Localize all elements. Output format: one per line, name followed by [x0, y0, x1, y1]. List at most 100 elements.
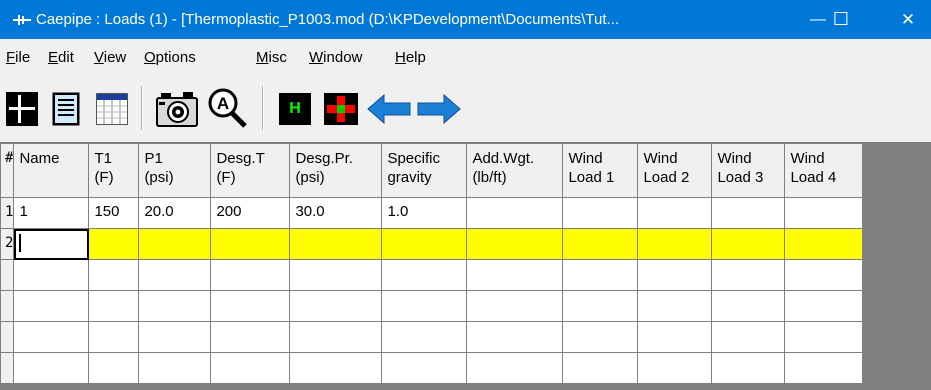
- grid-cell[interactable]: [88, 228, 140, 260]
- row-header-cell[interactable]: [0, 321, 15, 353]
- grid-cell[interactable]: [88, 321, 140, 353]
- h-icon[interactable]: H: [279, 93, 311, 125]
- table-icon[interactable]: [96, 93, 128, 125]
- header-cell[interactable]: #: [0, 143, 15, 198]
- grid-cell[interactable]: 30.0: [289, 197, 383, 229]
- grid-cell[interactable]: [466, 228, 564, 260]
- grid-cell[interactable]: [138, 228, 212, 260]
- grid-cell[interactable]: [784, 259, 864, 291]
- row-header-cell[interactable]: 2: [0, 228, 15, 260]
- grid-cell[interactable]: 200: [210, 197, 291, 229]
- header-cell[interactable]: Name: [13, 143, 90, 198]
- grid-cell[interactable]: [210, 352, 291, 384]
- header-cell[interactable]: Wind Load 2: [637, 143, 713, 198]
- grid-cell[interactable]: [381, 228, 468, 260]
- grid-cell[interactable]: [711, 290, 786, 322]
- menu-view[interactable]: View: [94, 49, 126, 66]
- grid-cell[interactable]: 1.0: [381, 197, 468, 229]
- grid-cell[interactable]: [88, 290, 140, 322]
- grid-cell[interactable]: [13, 352, 90, 384]
- grid-cell[interactable]: [784, 290, 864, 322]
- menu-file[interactable]: File: [6, 49, 30, 66]
- grid-cell[interactable]: 1: [13, 197, 90, 229]
- grid-cell[interactable]: [784, 352, 864, 384]
- header-cell[interactable]: Wind Load 1: [562, 143, 639, 198]
- menu-help[interactable]: Help: [395, 49, 426, 66]
- grid-cell[interactable]: [562, 228, 639, 260]
- grid-cell[interactable]: [88, 259, 140, 291]
- grid-cell[interactable]: [138, 352, 212, 384]
- grid-cell[interactable]: [210, 228, 291, 260]
- grid-cell[interactable]: [784, 321, 864, 353]
- table-row[interactable]: 1 1 150 20.0 200 30.0 1.0: [0, 197, 864, 229]
- grid-cell[interactable]: [289, 259, 383, 291]
- grid-cell[interactable]: [637, 321, 713, 353]
- grid-cell[interactable]: [637, 259, 713, 291]
- grid-cell[interactable]: [88, 352, 140, 384]
- table-row[interactable]: [0, 259, 864, 291]
- grid-cell[interactable]: [381, 321, 468, 353]
- grid-cell[interactable]: [466, 352, 564, 384]
- row-header-cell[interactable]: 1: [0, 197, 15, 229]
- arrow-right-icon[interactable]: [416, 94, 462, 124]
- grid-cell[interactable]: [562, 321, 639, 353]
- header-cell[interactable]: Desg.T (F): [210, 143, 291, 198]
- grid-cell[interactable]: [13, 321, 90, 353]
- table-row[interactable]: [0, 290, 864, 322]
- grid-cell[interactable]: [562, 197, 639, 229]
- grid-cell[interactable]: [210, 290, 291, 322]
- close-button[interactable]: ✕: [885, 0, 931, 39]
- grid-cell[interactable]: [289, 321, 383, 353]
- grid-cell[interactable]: [381, 290, 468, 322]
- row-header-cell[interactable]: [0, 259, 15, 291]
- table-row[interactable]: [0, 352, 864, 384]
- cross-icon[interactable]: [324, 93, 358, 125]
- grid-cell[interactable]: [637, 228, 713, 260]
- header-cell[interactable]: Wind Load 3: [711, 143, 786, 198]
- grid-cell[interactable]: [562, 259, 639, 291]
- header-cell[interactable]: Desg.Pr. (psi): [289, 143, 383, 198]
- grid-cell[interactable]: 150: [88, 197, 140, 229]
- maximize-button[interactable]: ☐: [818, 0, 864, 39]
- header-cell[interactable]: Wind Load 4: [784, 143, 864, 198]
- grid-cell[interactable]: [210, 259, 291, 291]
- grid-cell[interactable]: [381, 352, 468, 384]
- camera-icon[interactable]: [153, 90, 201, 128]
- grid-cell[interactable]: [466, 197, 564, 229]
- grid-cell[interactable]: 20.0: [138, 197, 212, 229]
- grid-cell[interactable]: [637, 290, 713, 322]
- grid-cell[interactable]: [562, 352, 639, 384]
- row-header-cell[interactable]: [0, 290, 15, 322]
- menu-edit[interactable]: Edit: [48, 49, 74, 66]
- list-icon[interactable]: [52, 92, 80, 126]
- grid-cell[interactable]: [13, 259, 90, 291]
- grid-cell[interactable]: [637, 197, 713, 229]
- grid-cell[interactable]: [466, 259, 564, 291]
- table-row[interactable]: [0, 321, 864, 353]
- grid-cell[interactable]: [13, 290, 90, 322]
- grid-cell[interactable]: [138, 321, 212, 353]
- header-cell[interactable]: P1 (psi): [138, 143, 212, 198]
- grid-cell[interactable]: [289, 352, 383, 384]
- grid-cell[interactable]: [562, 290, 639, 322]
- grid-cell[interactable]: [138, 259, 212, 291]
- grid-cell[interactable]: [711, 197, 786, 229]
- grid-cell[interactable]: [637, 352, 713, 384]
- grid-cell[interactable]: [466, 321, 564, 353]
- arrow-left-icon[interactable]: [366, 94, 412, 124]
- table-row-selected[interactable]: 2: [0, 228, 864, 260]
- grid-cell[interactable]: [289, 228, 383, 260]
- grid-cell[interactable]: [711, 321, 786, 353]
- grid-cell[interactable]: [381, 259, 468, 291]
- zoom-icon[interactable]: A: [205, 86, 249, 130]
- grid-cell[interactable]: [711, 228, 786, 260]
- menu-options[interactable]: Options: [144, 49, 196, 66]
- row-header-cell[interactable]: [0, 352, 15, 384]
- grid-cell-editing[interactable]: [13, 228, 90, 260]
- header-cell[interactable]: Add.Wgt. (lb/ft): [466, 143, 564, 198]
- grid-cell[interactable]: [466, 290, 564, 322]
- menu-window[interactable]: Window: [309, 49, 362, 66]
- grid-cell[interactable]: [711, 259, 786, 291]
- grid-cell[interactable]: [784, 197, 864, 229]
- grid-cell[interactable]: [210, 321, 291, 353]
